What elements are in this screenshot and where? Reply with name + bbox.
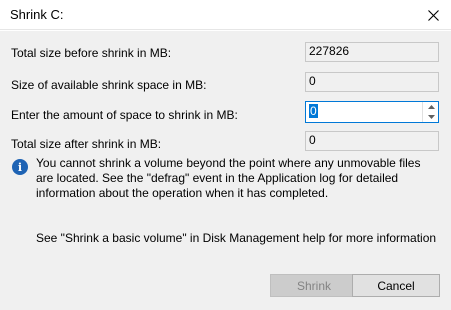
available-shrink-space-label: Size of available shrink space in MB: xyxy=(11,78,207,92)
close-icon xyxy=(427,9,439,21)
spin-buttons xyxy=(422,102,438,122)
title-bar: Shrink C: xyxy=(0,0,451,30)
shrink-amount-input[interactable]: 0 xyxy=(309,104,421,120)
window-title: Shrink C: xyxy=(10,7,64,22)
cancel-button[interactable]: Cancel xyxy=(352,274,440,297)
available-shrink-space-field: 0 xyxy=(305,72,439,92)
close-button[interactable] xyxy=(421,3,445,27)
shrink-amount-label: Enter the amount of space to shrink in M… xyxy=(11,108,238,122)
spin-up-button[interactable] xyxy=(423,102,439,112)
info-message: You cannot shrink a volume beyond the po… xyxy=(36,156,421,200)
dialog-body: Total size before shrink in MB: 227826 S… xyxy=(0,31,451,310)
spin-down-button[interactable] xyxy=(423,112,439,122)
shrink-button[interactable]: Shrink xyxy=(270,274,358,297)
shrink-amount-stepper[interactable]: 0 xyxy=(305,101,439,123)
help-text: See "Shrink a basic volume" in Disk Mana… xyxy=(36,231,437,245)
shrink-amount-value: 0 xyxy=(309,104,318,118)
chevron-up-icon xyxy=(427,105,435,109)
info-icon: i xyxy=(12,159,28,175)
chevron-down-icon xyxy=(427,115,435,119)
total-size-after-field: 0 xyxy=(305,131,439,151)
total-size-before-label: Total size before shrink in MB: xyxy=(11,46,172,60)
total-size-before-field: 227826 xyxy=(305,42,439,62)
total-size-after-label: Total size after shrink in MB: xyxy=(11,137,162,151)
